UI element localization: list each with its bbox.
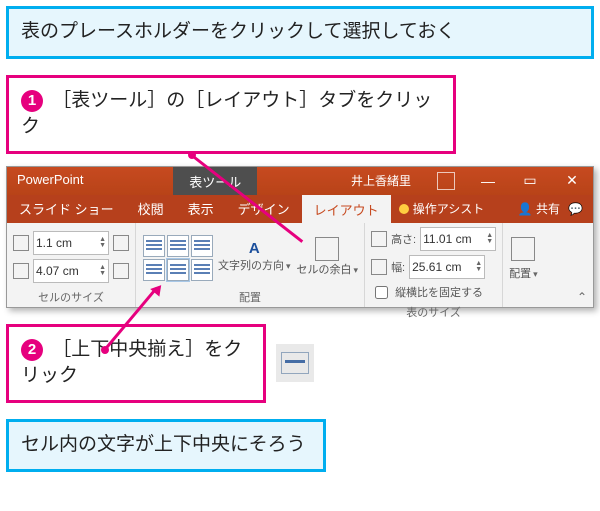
callout-preselect-text: 表のプレースホルダーをクリックして選択しておく xyxy=(21,21,455,42)
step1-number: 1 xyxy=(21,90,43,112)
table-height-input[interactable]: 11.01 cm ▲▼ xyxy=(420,227,496,251)
callout-step1: 1 ［表ツール］の［レイアウト］タブをクリック xyxy=(6,75,456,154)
stepper-icon: ▲▼ xyxy=(475,261,482,273)
tell-me-label: 操作アシスト xyxy=(413,200,485,217)
table-height-label: 高さ: xyxy=(391,231,416,247)
titlebar: PowerPoint 表ツール 井上香緒里 — ▭ ✕ xyxy=(7,167,593,195)
arrange-button[interactable]: 配置▾ xyxy=(509,265,538,281)
align-middle-center[interactable] xyxy=(166,258,190,282)
callout-result: セル内の文字が上下中央にそろう xyxy=(6,419,326,472)
restore-button[interactable]: ▭ xyxy=(509,167,551,195)
group-arrange: 配置▾ xyxy=(503,223,544,307)
stepper-icon: ▲▼ xyxy=(99,265,106,277)
align-top-center[interactable] xyxy=(166,234,190,258)
share-button[interactable]: 👤 共有 xyxy=(518,200,560,217)
col-width-icon xyxy=(13,263,29,279)
row-height-icon xyxy=(13,235,29,251)
callout-step1-text: ［表ツール］の［レイアウト］タブをクリック xyxy=(21,90,432,138)
app-name: PowerPoint xyxy=(7,167,93,195)
tab-layout[interactable]: レイアウト xyxy=(302,195,391,223)
callout-step2: 2 ［上下中央揃え］をクリック xyxy=(6,324,266,403)
align-top-left[interactable] xyxy=(142,234,166,258)
arrange-icon xyxy=(511,237,535,261)
table-width-label: 幅: xyxy=(391,259,405,275)
tab-review[interactable]: 校閲 xyxy=(126,194,176,223)
ribbon-options-icon[interactable] xyxy=(425,167,467,195)
lightbulb-icon xyxy=(399,204,409,214)
callout-result-text: セル内の文字が上下中央にそろう xyxy=(21,434,306,455)
group-cell-size: 1.1 cm ▲▼ 4.07 cm ▲▼ セルのサ xyxy=(7,223,136,307)
table-width-input[interactable]: 25.61 cm ▲▼ xyxy=(409,255,485,279)
stepper-icon: ▲▼ xyxy=(486,233,493,245)
cell-margins-icon xyxy=(315,237,339,261)
group-label-table-size: 表のサイズ xyxy=(371,302,496,320)
align-middle-right[interactable] xyxy=(190,258,214,282)
callout-preselect: 表のプレースホルダーをクリックして選択しておく xyxy=(6,6,594,59)
close-button[interactable]: ✕ xyxy=(551,167,593,195)
cell-margins-button[interactable]: セルの余白▾ xyxy=(297,261,359,277)
tab-slideshow[interactable]: スライド ショー xyxy=(7,194,126,223)
group-label-alignment: 配置 xyxy=(142,287,358,305)
group-label-arrange xyxy=(509,291,538,305)
stepper-icon: ▲▼ xyxy=(99,237,106,249)
table-width-icon xyxy=(371,259,387,275)
cell-width-input[interactable]: 4.07 cm ▲▼ xyxy=(33,259,109,283)
text-direction-icon: A xyxy=(249,240,260,257)
group-table-size: 高さ: 11.01 cm ▲▼ 幅: 25.61 cm ▲▼ xyxy=(365,223,503,307)
lock-aspect-checkbox[interactable] xyxy=(375,286,388,299)
text-direction-button[interactable]: 文字列の方向▾ xyxy=(218,257,291,273)
tab-view[interactable]: 表示 xyxy=(176,194,226,223)
align-top-right[interactable] xyxy=(190,234,214,258)
ribbon-body: 1.1 cm ▲▼ 4.07 cm ▲▼ セルのサ xyxy=(7,223,593,307)
lock-aspect-label: 縦横比を固定する xyxy=(395,284,483,300)
cell-height-input[interactable]: 1.1 cm ▲▼ xyxy=(33,231,109,255)
user-name: 井上香緒里 xyxy=(337,167,425,195)
step2-number: 2 xyxy=(21,339,43,361)
align-middle-left[interactable] xyxy=(142,258,166,282)
ribbon-window: PowerPoint 表ツール 井上香緒里 — ▭ ✕ スライド ショー 校閲 … xyxy=(6,166,594,308)
tab-strip: スライド ショー 校閲 表示 デザイン レイアウト 操作アシスト 👤 共有 💬 xyxy=(7,195,593,223)
tell-me[interactable]: 操作アシスト xyxy=(399,200,485,217)
group-alignment: A 文字列の方向▾ セルの余白▾ 配置 xyxy=(136,223,365,307)
comments-icon[interactable]: 💬 xyxy=(568,202,583,216)
collapse-ribbon-icon[interactable]: ⌃ xyxy=(571,287,593,307)
distribute-rows-icon[interactable] xyxy=(113,235,129,251)
callout-step2-text: ［上下中央揃え］をクリック xyxy=(21,339,242,387)
table-height-icon xyxy=(371,231,387,247)
center-vertically-icon-sample xyxy=(276,344,314,382)
group-label-cell-size: セルのサイズ xyxy=(13,287,129,305)
distribute-cols-icon[interactable] xyxy=(113,263,129,279)
minimize-button[interactable]: — xyxy=(467,167,509,195)
